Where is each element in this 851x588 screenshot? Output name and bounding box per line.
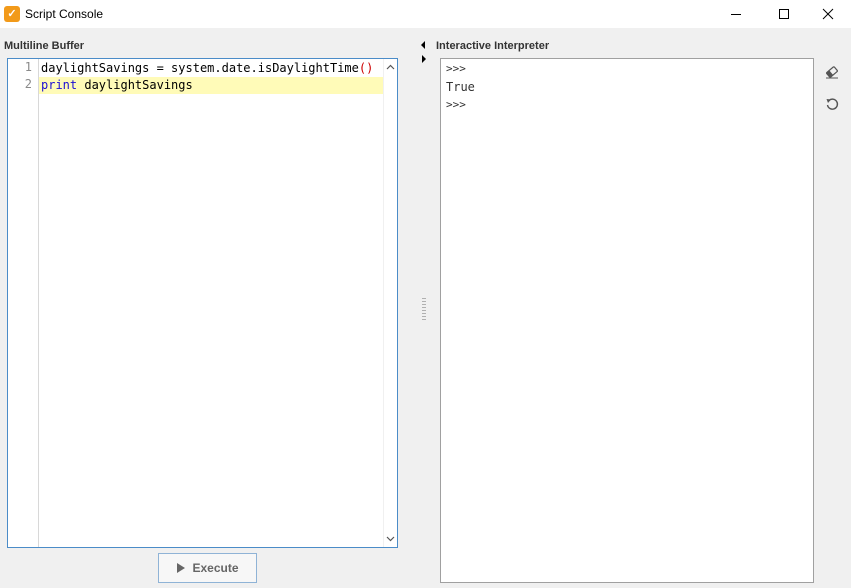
output-line: True [446, 80, 475, 94]
script-console-icon: ✓ [4, 6, 20, 22]
clear-eraser-icon[interactable] [824, 64, 840, 80]
code-editor[interactable]: 1 2 daylightSavings = system.date.isDayl… [7, 58, 398, 548]
line-number-gutter: 1 2 [8, 59, 39, 547]
play-icon [177, 563, 186, 573]
scroll-down-icon[interactable] [384, 532, 397, 546]
collapse-left-icon[interactable] [420, 40, 426, 50]
multiline-buffer-label: Multiline Buffer [4, 40, 85, 52]
splitter-grip[interactable] [422, 298, 426, 320]
close-button[interactable] [805, 0, 851, 28]
maximize-icon [779, 9, 789, 19]
editor-scrollbar[interactable] [383, 59, 397, 547]
interactive-interpreter-label: Interactive Interpreter [436, 40, 550, 52]
execute-button[interactable]: Execute [158, 553, 257, 583]
execute-label: Execute [192, 561, 239, 575]
code-line-current[interactable]: print daylightSavings [39, 77, 383, 94]
minimize-button[interactable] [713, 0, 759, 28]
minimize-icon [731, 14, 741, 15]
close-icon [822, 8, 834, 20]
expand-right-icon[interactable] [421, 54, 427, 64]
scroll-up-icon[interactable] [384, 60, 397, 74]
code-text: daylightSavings [77, 78, 193, 92]
code-line[interactable]: daylightSavings = system.date.isDaylight… [39, 60, 383, 77]
line-number: 2 [24, 77, 32, 91]
code-paren: () [358, 61, 374, 75]
maximize-button[interactable] [761, 0, 807, 28]
prompt-line: >>> [446, 62, 466, 75]
line-number: 1 [24, 60, 32, 74]
prompt-line: >>> [446, 98, 466, 111]
code-text: daylightSavings = system.date.isDaylight… [41, 61, 359, 75]
title-bar: ✓ Script Console [0, 0, 851, 28]
window-title: Script Console [25, 7, 104, 21]
code-keyword: print [41, 78, 78, 92]
reset-icon[interactable] [824, 96, 840, 112]
interpreter-output[interactable]: >>> True >>> [440, 58, 814, 583]
